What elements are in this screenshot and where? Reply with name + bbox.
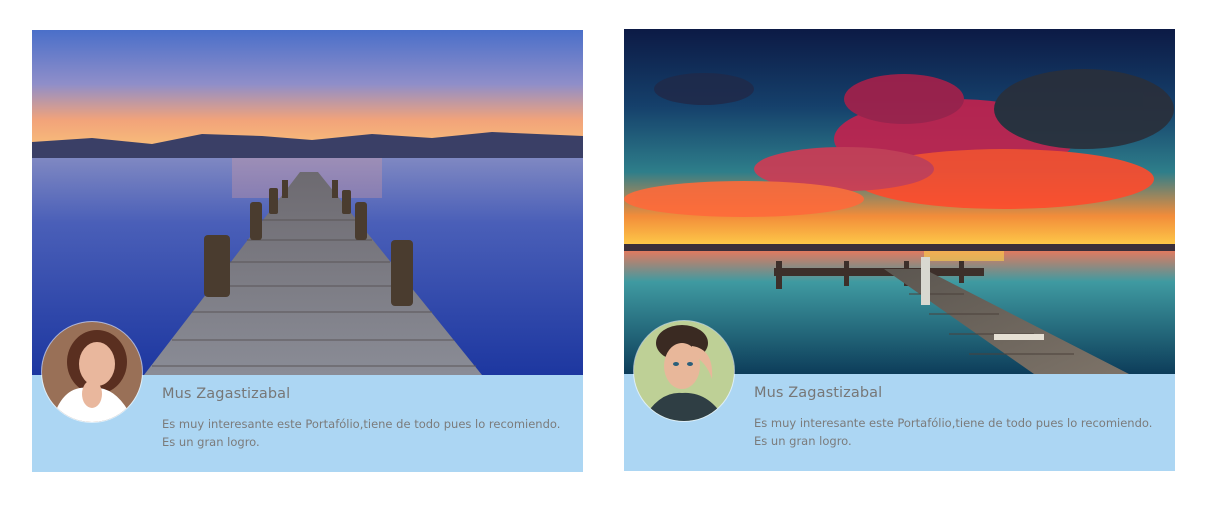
testimonial-photo-pier-sunset <box>32 30 583 375</box>
testimonial-photo-pier-sunset <box>624 29 1175 374</box>
testimonial-text: Es muy interesante este Portafólio,tiene… <box>754 416 1153 448</box>
testimonial-card: Mus Zagastizabal Es muy interesante este… <box>624 29 1175 471</box>
avatar <box>634 321 734 421</box>
testimonial-card: Mus Zagastizabal Es muy interesante este… <box>32 30 583 472</box>
testimonial-text: Es muy interesante este Portafólio,tiene… <box>162 417 561 449</box>
author-name: Mus Zagastizabal <box>754 385 883 401</box>
author-name: Mus Zagastizabal <box>162 386 291 402</box>
avatar <box>42 322 142 422</box>
testimonials-section: Mus Zagastizabal Es muy interesante este… <box>0 0 1211 513</box>
